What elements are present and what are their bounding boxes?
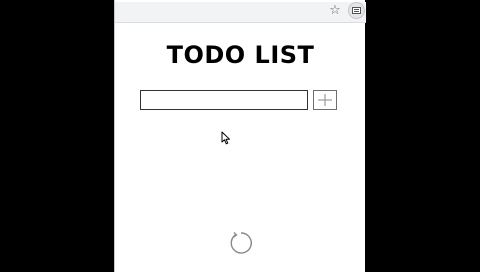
extension-popup: ☆ TODO LIST bbox=[114, 0, 366, 272]
todo-input[interactable] bbox=[140, 90, 308, 110]
plus-icon bbox=[318, 94, 332, 106]
reload-icon[interactable] bbox=[228, 230, 254, 256]
extension-icon bbox=[352, 7, 361, 14]
add-todo-button[interactable] bbox=[313, 90, 337, 110]
page-title: TODO LIST bbox=[166, 41, 315, 69]
mouse-cursor-icon bbox=[221, 131, 230, 145]
star-icon[interactable]: ☆ bbox=[328, 3, 342, 19]
browser-toolbar: ☆ bbox=[115, 2, 366, 23]
extension-button[interactable] bbox=[348, 2, 365, 19]
